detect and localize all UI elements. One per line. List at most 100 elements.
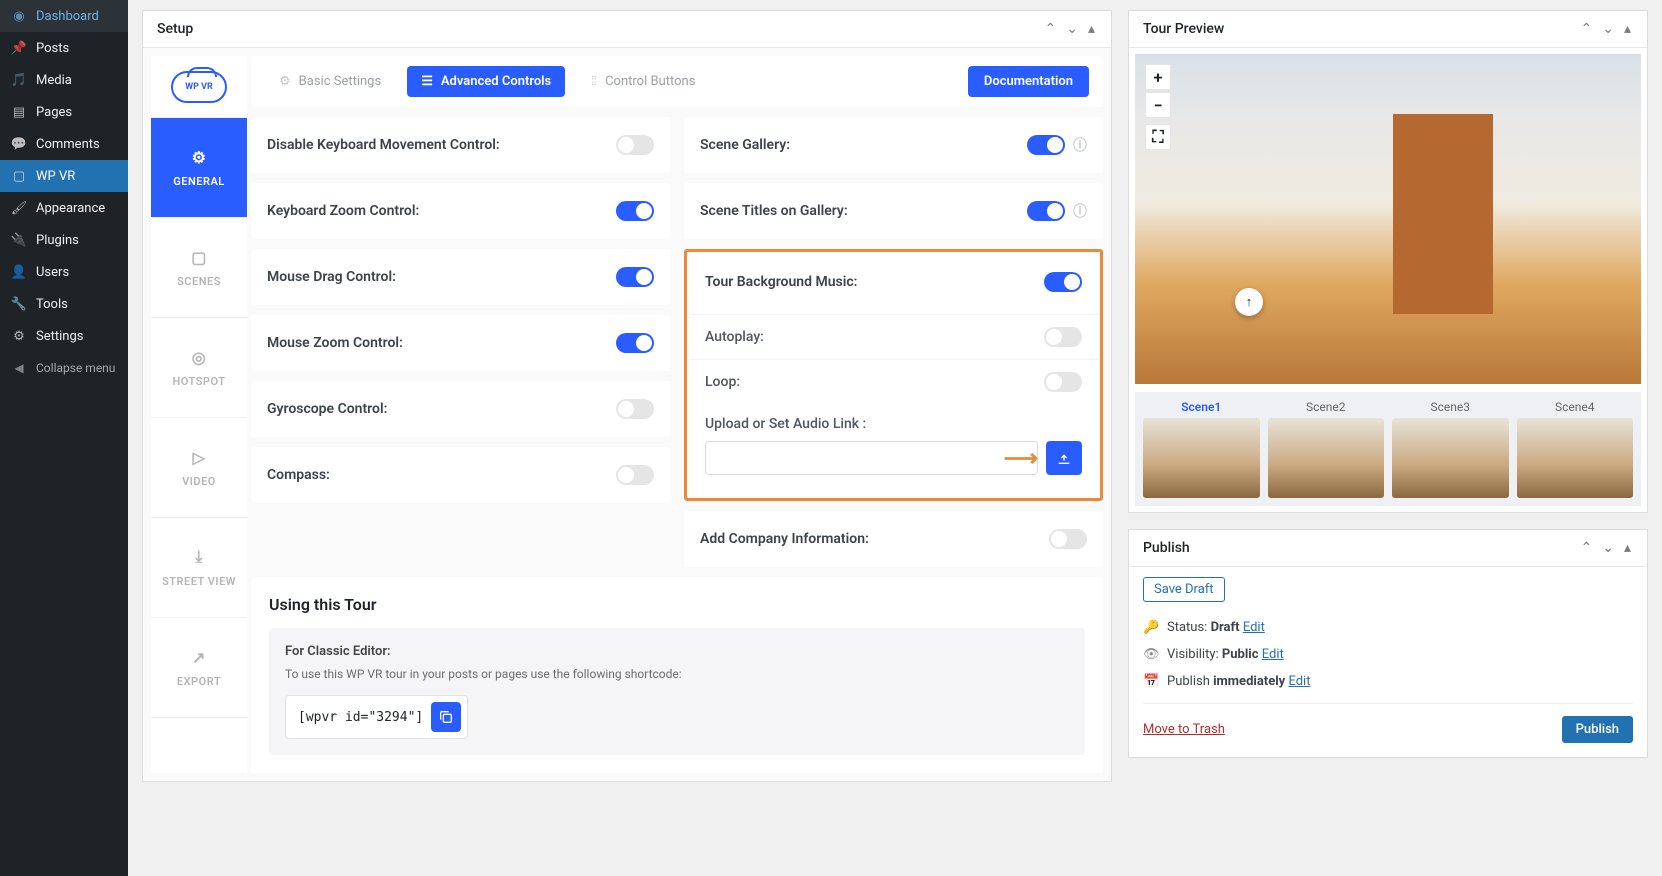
- edit-schedule-link[interactable]: Edit: [1288, 674, 1310, 689]
- thumb-scene4[interactable]: Scene4: [1517, 400, 1634, 498]
- move-to-trash-link[interactable]: Move to Trash: [1143, 722, 1225, 737]
- vtab-general[interactable]: ⚙GENERAL: [151, 118, 247, 218]
- visibility-row: 👁 Visibility: Public Edit: [1143, 641, 1633, 668]
- collapse-menu[interactable]: ◀Collapse menu: [0, 352, 128, 384]
- documentation-button[interactable]: Documentation: [968, 66, 1089, 97]
- pin-icon: 📌: [10, 39, 28, 57]
- scene-thumbnails: Scene1 Scene2 Scene3 Scene4: [1135, 392, 1641, 506]
- brush-icon: 🖌: [10, 199, 28, 217]
- setup-title: Setup: [157, 21, 193, 37]
- vtab-scenes[interactable]: ▢SCENES: [151, 218, 247, 318]
- sidebar-item-appearance[interactable]: 🖌Appearance: [0, 192, 128, 224]
- edit-status-link[interactable]: Edit: [1243, 620, 1265, 635]
- edit-visibility-link[interactable]: Edit: [1262, 647, 1284, 662]
- using-title: Using this Tour: [269, 595, 1085, 614]
- fullscreen-button[interactable]: ⛶: [1145, 124, 1171, 150]
- toggle-loop[interactable]: [1044, 372, 1082, 392]
- row-loop: Loop:: [689, 359, 1098, 404]
- row-scene-titles: Scene Titles on Gallery:ⓘ: [684, 183, 1103, 239]
- row-upload-label: Upload or Set Audio Link :: [689, 404, 1098, 438]
- vtab-export[interactable]: ↗EXPORT: [151, 618, 247, 718]
- toggle-compass[interactable]: [616, 465, 654, 485]
- hotspot-marker[interactable]: ↑: [1235, 288, 1263, 316]
- toggle-company-info[interactable]: [1049, 529, 1087, 549]
- chevron-up-icon[interactable]: ⌃: [1043, 19, 1059, 39]
- chevron-up-icon[interactable]: ⌃: [1579, 19, 1595, 39]
- chevron-down-icon[interactable]: ⌄: [1064, 19, 1080, 39]
- vtab-video[interactable]: ▷VIDEO: [151, 418, 247, 518]
- sidebar-item-settings[interactable]: ⚙Settings: [0, 320, 128, 352]
- thumb-scene3[interactable]: Scene3: [1392, 400, 1509, 498]
- copy-shortcode-button[interactable]: [431, 702, 461, 732]
- image-icon: ▢: [189, 247, 209, 267]
- vtab-street-view[interactable]: ⤓STREET VIEW: [151, 518, 247, 618]
- using-tour-panel: Using this Tour For Classic Editor: To u…: [251, 577, 1103, 773]
- save-draft-button[interactable]: Save Draft: [1143, 577, 1225, 602]
- row-gyroscope: Gyroscope Control:: [251, 381, 670, 437]
- setup-panel: Setup ⌃ ⌄ ▴ WP VR ⚙GENERAL ▢SCENES ◎HOTS…: [142, 10, 1112, 782]
- panorama-viewport[interactable]: + − ⛶ ↑: [1135, 54, 1641, 384]
- row-keyboard-zoom: Keyboard Zoom Control:: [251, 183, 670, 239]
- panel-drag-icon[interactable]: ▴: [1622, 19, 1633, 39]
- toggle-mouse-drag[interactable]: [616, 267, 654, 287]
- toggle-scene-gallery[interactable]: [1027, 135, 1065, 155]
- comment-icon: 💬: [10, 135, 28, 153]
- zoom-out-button[interactable]: −: [1145, 92, 1171, 118]
- info-icon[interactable]: ⓘ: [1073, 135, 1087, 155]
- highlight-music-section: Tour Background Music: Autoplay: Loop: U…: [684, 249, 1103, 501]
- panel-drag-icon[interactable]: ▴: [1622, 538, 1633, 558]
- preview-panel: Tour Preview ⌃⌄▴ + − ⛶ ↑ Scene1 Scene2 S…: [1128, 10, 1648, 513]
- media-icon: 🎵: [10, 71, 28, 89]
- publish-panel: Publish ⌃⌄▴ Save Draft 🔑 Status: Draft E…: [1128, 529, 1648, 758]
- toggle-mouse-zoom[interactable]: [616, 333, 654, 353]
- publish-button[interactable]: Publish: [1562, 716, 1633, 743]
- user-icon: 👤: [10, 263, 28, 281]
- audio-link-input[interactable]: [705, 441, 1038, 475]
- row-scene-gallery: Scene Gallery:ⓘ: [684, 117, 1103, 173]
- thumb-scene2[interactable]: Scene2: [1268, 400, 1385, 498]
- chevron-up-icon[interactable]: ⌃: [1579, 538, 1595, 558]
- settings-icon: ⚙: [10, 327, 28, 345]
- eye-icon: 👁: [1143, 647, 1159, 662]
- tab-control-buttons[interactable]: ⦙⦙Control Buttons: [577, 66, 709, 97]
- tab-advanced-controls[interactable]: ☰Advanced Controls: [407, 66, 565, 97]
- row-company-info: Add Company Information:: [684, 511, 1103, 567]
- thumb-scene1[interactable]: Scene1: [1143, 400, 1260, 498]
- toggle-autoplay[interactable]: [1044, 327, 1082, 347]
- sidebar-item-wpvr[interactable]: ▢WP VR: [0, 160, 128, 192]
- sidebar-item-dashboard[interactable]: ◉Dashboard: [0, 0, 128, 32]
- gear-icon: ⚙: [189, 147, 209, 167]
- shortcode-box: [wpvr id="3294"]: [285, 695, 468, 739]
- sliders-icon: ⦙⦙: [591, 74, 597, 89]
- classic-editor-label: For Classic Editor:: [285, 644, 1069, 659]
- sidebar-item-plugins[interactable]: 🔌Plugins: [0, 224, 128, 256]
- panel-drag-icon[interactable]: ▴: [1086, 19, 1097, 39]
- collapse-icon: ◀: [10, 359, 28, 377]
- vr-icon: ▢: [10, 167, 28, 185]
- toggle-scene-titles[interactable]: [1027, 201, 1065, 221]
- chevron-down-icon[interactable]: ⌄: [1600, 538, 1616, 558]
- upload-button[interactable]: [1046, 441, 1082, 475]
- tab-basic-settings[interactable]: ⚙Basic Settings: [265, 66, 395, 97]
- row-background-music: Tour Background Music:: [689, 254, 1098, 310]
- row-compass: Compass:: [251, 447, 670, 503]
- row-mouse-drag: Mouse Drag Control:: [251, 249, 670, 305]
- info-icon[interactable]: ⓘ: [1073, 201, 1087, 221]
- sidebar-item-posts[interactable]: 📌Posts: [0, 32, 128, 64]
- row-autoplay: Autoplay:: [689, 314, 1098, 359]
- zoom-in-button[interactable]: +: [1145, 64, 1171, 90]
- chevron-down-icon[interactable]: ⌄: [1600, 19, 1616, 39]
- sidebar-item-users[interactable]: 👤Users: [0, 256, 128, 288]
- sidebar-item-tools[interactable]: 🔧Tools: [0, 288, 128, 320]
- schedule-row: 📅 Publish immediately Edit: [1143, 668, 1633, 695]
- sidebar-item-comments[interactable]: 💬Comments: [0, 128, 128, 160]
- video-icon: ▷: [189, 447, 209, 467]
- row-mouse-zoom: Mouse Zoom Control:: [251, 315, 670, 371]
- vtab-hotspot[interactable]: ◎HOTSPOT: [151, 318, 247, 418]
- toggle-background-music[interactable]: [1044, 272, 1082, 292]
- toggle-keyboard-zoom[interactable]: [616, 201, 654, 221]
- toggle-disable-keyboard-movement[interactable]: [616, 135, 654, 155]
- toggle-gyroscope[interactable]: [616, 399, 654, 419]
- sidebar-item-media[interactable]: 🎵Media: [0, 64, 128, 96]
- sidebar-item-pages[interactable]: ▤Pages: [0, 96, 128, 128]
